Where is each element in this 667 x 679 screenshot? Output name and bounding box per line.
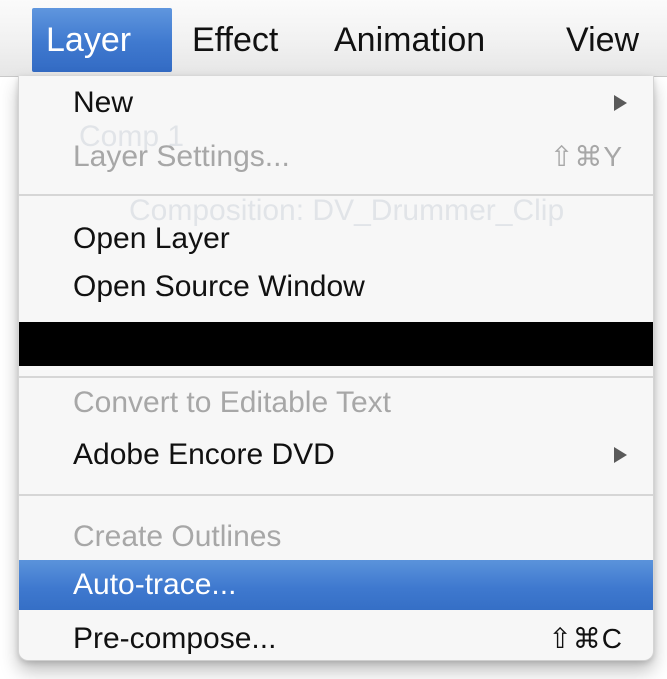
menu-separator <box>19 494 653 496</box>
menu-item-open-layer[interactable]: Open Layer <box>19 214 653 264</box>
shortcut-text: ⇧⌘C <box>548 623 623 654</box>
menu-item-label: Adobe Encore DVD <box>73 438 335 471</box>
menu-item-adobe-encore-dvd[interactable]: Adobe Encore DVD <box>19 430 653 480</box>
menu-item-pre-compose[interactable]: Pre-compose... ⇧⌘C <box>19 614 653 660</box>
menu-item-label: Open Source Window <box>73 270 365 303</box>
submenu-arrow-icon <box>614 95 627 111</box>
screenshot-stage: Layer Effect Animation View Comp 1 Compo… <box>0 0 667 679</box>
menubar: Layer Effect Animation View <box>0 0 667 77</box>
menu-item-convert-to-editable-text[interactable]: Convert to Editable Text <box>19 378 653 428</box>
menu-separator <box>19 194 653 196</box>
menu-item-open-source-window[interactable]: Open Source Window <box>19 262 653 312</box>
menubar-item-view[interactable]: View <box>552 8 667 72</box>
menu-item-label: Auto-trace... <box>73 568 237 601</box>
menu-item-label: Pre-compose... <box>73 622 277 655</box>
menu-item-layer-settings[interactable]: Layer Settings... ⇧⌘Y <box>19 132 653 182</box>
menu-item-label: Open Layer <box>73 222 230 255</box>
shortcut-text: ⇧⌘Y <box>549 141 623 172</box>
menu-item-new[interactable]: New <box>19 78 653 128</box>
menu-item-auto-trace[interactable]: Auto-trace... <box>19 560 653 610</box>
redaction-bar <box>19 322 653 366</box>
menubar-item-layer[interactable]: Layer <box>32 8 172 72</box>
menubar-item-effect[interactable]: Effect <box>178 8 298 72</box>
menubar-item-animation[interactable]: Animation <box>320 8 520 72</box>
layer-menu-dropdown: Comp 1 Composition: DV_Drummer_Clip 0;00… <box>18 76 654 661</box>
menu-item-create-outlines[interactable]: Create Outlines <box>19 512 653 562</box>
menu-item-label: New <box>73 86 134 119</box>
submenu-arrow-icon <box>614 447 627 463</box>
menu-item-label: Convert to Editable Text <box>73 386 391 419</box>
menu-item-label: Layer Settings... <box>73 140 290 173</box>
menu-item-label: Create Outlines <box>73 520 282 553</box>
